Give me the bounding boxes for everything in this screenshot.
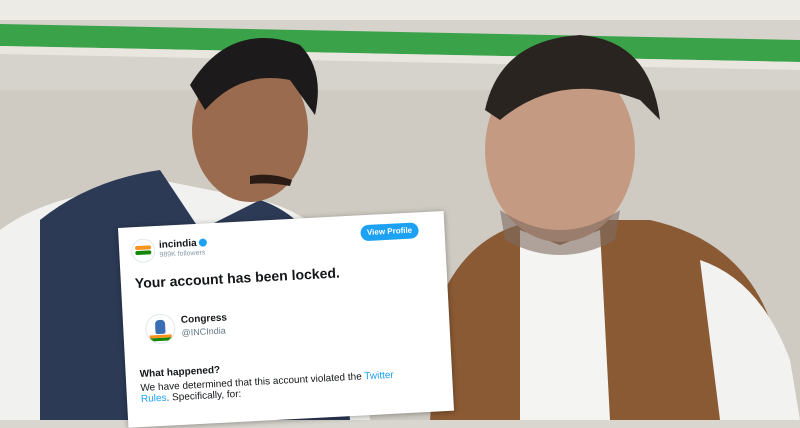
congress-avatar-icon [144, 313, 177, 345]
handle-text: incindia [158, 237, 197, 251]
account-name: Congress [180, 312, 228, 326]
what-happened-heading: What happened? [139, 364, 221, 381]
account-handle: @INCIndia [181, 325, 226, 338]
view-profile-button[interactable]: View Profile [360, 222, 419, 242]
rules-link[interactable]: Rules [141, 393, 167, 405]
locked-account-card: incindia 989K followers View Profile You… [118, 210, 455, 428]
congress-logo-icon [130, 238, 156, 264]
twitter-rules-link[interactable]: Twitter [364, 370, 394, 383]
followers-count: 989K followers [159, 249, 206, 259]
locked-headline: Your account has been locked. [134, 264, 341, 292]
verified-icon [198, 238, 207, 248]
